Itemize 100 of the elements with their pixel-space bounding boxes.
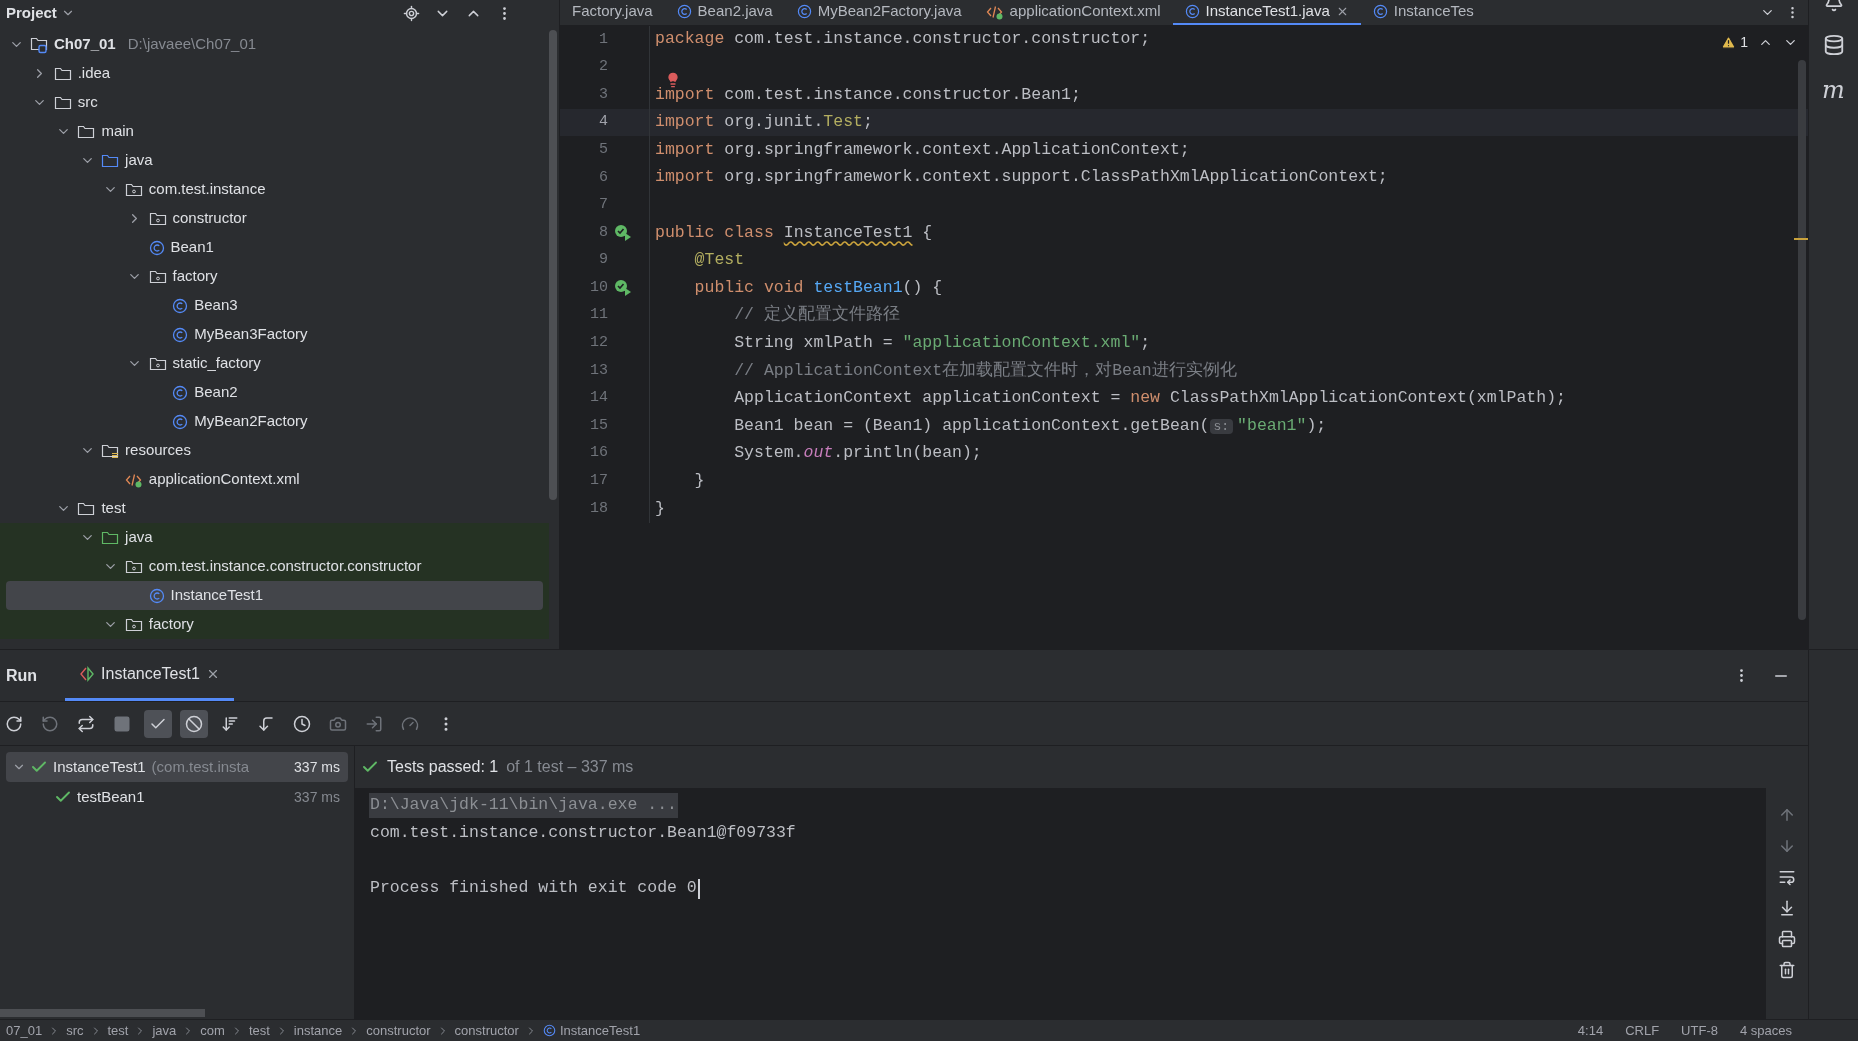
line-number: 16 [589, 443, 608, 464]
breadcrumb[interactable]: instance [293, 1020, 343, 1041]
locate-icon[interactable] [403, 4, 420, 22]
class-icon [172, 384, 189, 401]
test-tree-item[interactable]: testBean1 337 ms [6, 782, 348, 812]
tree-item[interactable]: MyBean3Factory [6, 320, 543, 349]
package-folder-icon [124, 558, 143, 575]
editor-tab[interactable]: InstanceTes [1360, 0, 1486, 25]
tree-item[interactable]: src [6, 88, 543, 117]
line-number: 6 [598, 167, 608, 188]
breadcrumb[interactable]: constructor [454, 1020, 519, 1041]
breadcrumb[interactable]: test [107, 1020, 129, 1041]
line-number: 8 [598, 222, 608, 243]
code-line: // ApplicationContext在加载配置文件时，对Bean进行实例化 [733, 359, 1237, 382]
console-line: Process finished with exit code 0 [369, 877, 698, 900]
tree-item[interactable]: main [6, 117, 543, 146]
tree-item[interactable]: resources [6, 436, 543, 465]
editor-tab[interactable]: InstanceTest1.java [1172, 0, 1361, 25]
panel-title[interactable]: Project [6, 1, 57, 25]
ban-icon[interactable] [180, 709, 208, 738]
code-line: import com.test.instance.constructor.Bean1; [655, 83, 1081, 106]
code-line: public void testBean1() { [693, 276, 943, 299]
tree-item[interactable]: .idea [6, 59, 543, 88]
breadcrumb[interactable]: test [248, 1020, 270, 1041]
test-result-text: Tests passed: 1 [387, 757, 499, 777]
line-number: 12 [589, 333, 608, 354]
tree-item[interactable]: constructor [6, 204, 543, 233]
breadcrumb[interactable]: java [152, 1020, 177, 1041]
scroll-to-end-icon[interactable] [1778, 899, 1796, 917]
class-icon [542, 1024, 556, 1037]
class-icon [676, 4, 692, 19]
code-line: import org.junit.Test; [655, 111, 873, 134]
package-folder-icon [148, 268, 167, 285]
scrollbar-thumb[interactable] [0, 1009, 205, 1017]
class-icon [148, 239, 165, 256]
panel-title: Run [5, 665, 39, 686]
tree-item[interactable]: static_factory [6, 349, 543, 378]
class-icon [796, 4, 812, 19]
console-line: com.test.instance.constructor.Bean1@f09733f [369, 822, 797, 844]
tree-item[interactable]: Bean3 [6, 291, 543, 320]
breadcrumb[interactable]: src [66, 1020, 84, 1041]
line-number: 17 [589, 471, 608, 492]
test-summary-text: of 1 test – 337 ms [506, 757, 634, 777]
code-line: @Test [693, 249, 745, 272]
scrollbar-thumb[interactable] [549, 30, 557, 500]
line-number: 9 [598, 250, 608, 271]
line-number: 7 [598, 195, 608, 216]
status-item[interactable]: 4 spaces [1739, 1020, 1792, 1041]
code-line: import org.springframework.context.ApplicationContext; [655, 138, 1190, 161]
tree-item[interactable]: InstanceTest1 [6, 581, 543, 610]
breadcrumb[interactable]: com [200, 1020, 225, 1041]
wrap-icon[interactable] [1778, 868, 1796, 886]
maven-button[interactable]: m [1822, 78, 1845, 102]
status-item[interactable]: UTF-8 [1681, 1020, 1718, 1041]
error-bulb-icon[interactable] [665, 72, 681, 89]
editor-tab[interactable]: Factory.java [560, 0, 665, 25]
tree-item[interactable]: Bean1 [6, 233, 543, 262]
breadcrumb[interactable]: constructor [366, 1020, 431, 1041]
class-icon [148, 587, 165, 604]
tree-item[interactable]: MyBean2Factory [6, 407, 543, 436]
trash-icon[interactable] [1778, 961, 1796, 979]
line-number: 15 [589, 415, 608, 436]
run-test-icon[interactable] [614, 279, 632, 298]
status-item[interactable]: 4:14 [1577, 1020, 1604, 1041]
database-icon[interactable] [1822, 34, 1845, 56]
package-folder-icon [124, 616, 143, 633]
code-line: Bean1 bean = (Bean1) applicationContext.getBean( s: "bean1"); [733, 414, 1327, 437]
tree-item[interactable]: factory [6, 262, 543, 291]
xml-file-icon [985, 3, 1004, 20]
scrollbar-thumb[interactable] [1798, 60, 1806, 620]
tree-item[interactable]: Bean2 [6, 378, 543, 407]
tree-item[interactable]: Ch07_01 D:\javaee\Ch07_01 [6, 30, 543, 59]
breadcrumb[interactable]: 07_01 [6, 1020, 43, 1041]
folder-icon [101, 152, 120, 169]
tree-item[interactable]: java [6, 146, 543, 175]
editor-tab[interactable]: Bean2.java [664, 0, 785, 25]
tree-item[interactable]: applicationContext.xml [6, 465, 543, 494]
package-folder-icon [148, 355, 167, 372]
line-number: 3 [598, 84, 608, 105]
tree-item[interactable]: test [6, 494, 543, 523]
check-icon[interactable] [144, 709, 172, 738]
run-test-icon[interactable] [614, 223, 632, 242]
code-line: package com.test.instance.constructor.constructor; [655, 28, 1151, 51]
code-line: // 定义配置文件路径 [733, 303, 900, 327]
line-number: 11 [589, 305, 608, 326]
run-tab[interactable]: InstanceTest1 [65, 650, 234, 701]
code-line: } [655, 497, 665, 520]
editor-tab[interactable]: MyBean2Factory.java [784, 0, 974, 25]
editor-tab[interactable]: applicationContext.xml [973, 0, 1173, 25]
tree-item[interactable]: com.test.instance [6, 175, 543, 204]
status-item[interactable]: CRLF [1625, 1020, 1660, 1041]
class-icon [172, 413, 189, 430]
class-icon [1372, 4, 1388, 19]
printer-icon[interactable] [1778, 930, 1796, 948]
test-tree-item[interactable]: InstanceTest1 (com.test.insta 337 ms [6, 752, 348, 782]
folder-icon [53, 65, 72, 82]
code-line: System.out.println(bean); [733, 442, 982, 465]
breadcrumb[interactable]: InstanceTest1 [542, 1020, 641, 1041]
folder-icon [53, 94, 72, 111]
warning-indicator[interactable]: 1 [1721, 32, 1748, 53]
